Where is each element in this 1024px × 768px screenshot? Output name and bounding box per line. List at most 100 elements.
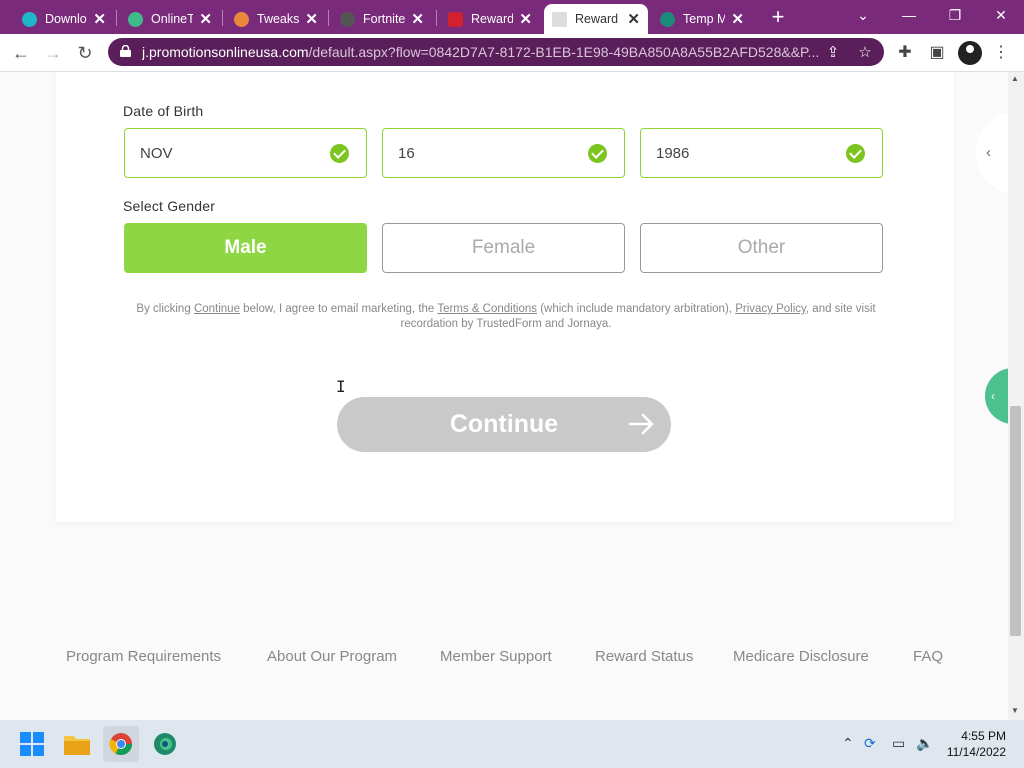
- tab-favicon-icon: [22, 11, 37, 27]
- close-tab-icon[interactable]: ✕: [411, 10, 424, 28]
- gender-other-button[interactable]: Other: [640, 223, 883, 273]
- text-cursor-icon: I: [336, 377, 346, 396]
- clock-time: 4:55 PM: [961, 729, 1006, 743]
- tab-favicon-icon: [128, 11, 143, 27]
- close-tab-icon[interactable]: ✕: [627, 10, 640, 28]
- footer-link-medicare-disclosure[interactable]: Medicare Disclosure: [733, 648, 869, 665]
- close-tab-icon[interactable]: ✕: [519, 10, 532, 28]
- close-tab-icon[interactable]: ✕: [93, 10, 106, 28]
- dob-day-select[interactable]: 16: [382, 128, 625, 178]
- browser-tab[interactable]: Fortnite ✕: [332, 4, 432, 34]
- clock-date: 11/14/2022: [946, 745, 1006, 759]
- page-viewport: Date of Birth NOV 16 1986 Select Gender …: [0, 72, 1008, 720]
- footer-link-faq[interactable]: FAQ: [913, 648, 943, 665]
- gender-female-button[interactable]: Female: [382, 223, 625, 273]
- tab-favicon-icon: [340, 11, 355, 27]
- address-bar[interactable]: j.promotionsonlineusa.com/default.aspx?f…: [108, 38, 884, 66]
- help-widget-tab[interactable]: ‹: [985, 368, 1008, 424]
- scroll-up-icon[interactable]: ▲: [1011, 74, 1019, 83]
- close-tab-icon[interactable]: ✕: [731, 10, 744, 28]
- tab-title: Reward: [575, 12, 619, 26]
- page-scrollbar[interactable]: ▲ ▼: [1008, 72, 1024, 720]
- close-tab-icon[interactable]: ✕: [199, 10, 212, 28]
- tab-strip: Downlo ✕ OnlineT ✕ Tweaks ✕ Fortnite ✕ R…: [0, 0, 1024, 34]
- checkmark-icon: [846, 144, 865, 163]
- side-panel-toggle[interactable]: ‹: [976, 112, 1008, 194]
- tab-title: Downlo: [45, 12, 87, 26]
- chrome-icon: [109, 733, 132, 755]
- show-hidden-icons[interactable]: ⌃: [842, 735, 854, 752]
- taskbar: ⌃ ⟳ ▭ 🔈 4:55 PM 11/14/2022: [0, 720, 1024, 768]
- tab-title: Fortnite: [363, 12, 406, 26]
- extensions-icon[interactable]: ✚: [894, 42, 916, 64]
- url-text: j.promotionsonlineusa.com/default.aspx?f…: [142, 44, 818, 60]
- side-panel-icon[interactable]: ▣: [926, 42, 948, 64]
- chrome-taskbar-button[interactable]: [103, 726, 139, 762]
- back-icon[interactable]: ←: [8, 40, 34, 66]
- bookmark-star-icon[interactable]: ☆: [856, 44, 874, 62]
- dob-label: Date of Birth: [123, 103, 204, 119]
- dob-month-value: NOV: [140, 144, 173, 162]
- folder-icon: [64, 736, 90, 755]
- footer-link-program-requirements[interactable]: Program Requirements: [66, 648, 221, 665]
- close-tab-icon[interactable]: ✕: [305, 10, 318, 28]
- start-button[interactable]: [14, 726, 50, 762]
- dob-month-select[interactable]: NOV: [124, 128, 367, 178]
- windows-logo-icon: [20, 732, 44, 756]
- lock-icon: [120, 45, 131, 57]
- file-explorer-button[interactable]: [59, 726, 95, 762]
- system-clock[interactable]: 4:55 PM 11/14/2022: [942, 728, 1006, 760]
- tab-title: OnlineT: [151, 12, 194, 26]
- share-icon[interactable]: ⇪: [824, 44, 842, 62]
- tab-favicon-icon: [448, 11, 463, 27]
- menu-icon[interactable]: ⋮: [990, 42, 1012, 64]
- edge-icon: [154, 733, 176, 755]
- browser-toolbar: ← → ↻ j.promotionsonlineusa.com/default.…: [0, 34, 1024, 72]
- continue-button[interactable]: Continue: [337, 397, 671, 452]
- checkmark-icon: [588, 144, 607, 163]
- browser-tab[interactable]: Temp M ✕: [652, 4, 752, 34]
- browser-tab[interactable]: OnlineT ✕: [120, 4, 220, 34]
- footer-nav: Program Requirements About Our Program M…: [0, 648, 1008, 678]
- browser-tab-active[interactable]: Reward ✕: [544, 4, 648, 34]
- legal-disclaimer: By clicking Continue below, I agree to e…: [136, 303, 876, 330]
- tab-favicon-icon: [552, 11, 567, 27]
- footer-link-about[interactable]: About Our Program: [267, 648, 397, 665]
- dob-day-value: 16: [398, 144, 415, 162]
- sync-icon[interactable]: ⟳: [864, 735, 876, 752]
- browser-tab[interactable]: Tweaks ✕: [226, 4, 326, 34]
- tab-favicon-icon: [660, 11, 675, 27]
- browser-tab[interactable]: Reward ✕: [440, 4, 540, 34]
- minimize-button[interactable]: —: [886, 0, 932, 30]
- dob-year-value: 1986: [656, 144, 690, 162]
- browser-tab[interactable]: Downlo ✕: [14, 4, 114, 34]
- tab-title: Tweaks: [257, 12, 300, 26]
- forward-icon[interactable]: →: [40, 40, 66, 66]
- network-icon[interactable]: ▭: [892, 735, 905, 752]
- tab-search-icon[interactable]: ⌄: [840, 0, 886, 30]
- new-tab-button[interactable]: +: [766, 4, 790, 30]
- footer-link-member-support[interactable]: Member Support: [440, 648, 552, 665]
- arrow-right-icon: [629, 413, 654, 435]
- continue-button-label: Continue: [449, 410, 559, 438]
- terms-link[interactable]: Terms & Conditions: [437, 303, 537, 315]
- tab-title: Reward: [471, 12, 514, 26]
- footer-link-reward-status[interactable]: Reward Status: [595, 648, 693, 665]
- volume-icon[interactable]: 🔈: [916, 735, 933, 752]
- continue-link[interactable]: Continue: [194, 303, 240, 315]
- scroll-down-icon[interactable]: ▼: [1011, 706, 1019, 715]
- gender-male-button[interactable]: Male: [124, 223, 367, 273]
- close-window-button[interactable]: ✕: [978, 0, 1024, 30]
- tab-favicon-icon: [234, 11, 249, 27]
- chevron-left-icon: ‹: [986, 144, 991, 161]
- profile-avatar-icon[interactable]: [958, 41, 982, 65]
- scrollbar-thumb[interactable]: [1010, 406, 1021, 636]
- restore-button[interactable]: ❐: [932, 0, 978, 30]
- edge-taskbar-button[interactable]: [147, 726, 183, 762]
- tab-title: Temp M: [683, 12, 726, 26]
- dob-year-select[interactable]: 1986: [640, 128, 883, 178]
- checkmark-icon: [330, 144, 349, 163]
- privacy-link[interactable]: Privacy Policy: [735, 303, 806, 315]
- reload-icon[interactable]: ↻: [72, 40, 98, 66]
- chevron-left-icon: ‹: [991, 389, 995, 403]
